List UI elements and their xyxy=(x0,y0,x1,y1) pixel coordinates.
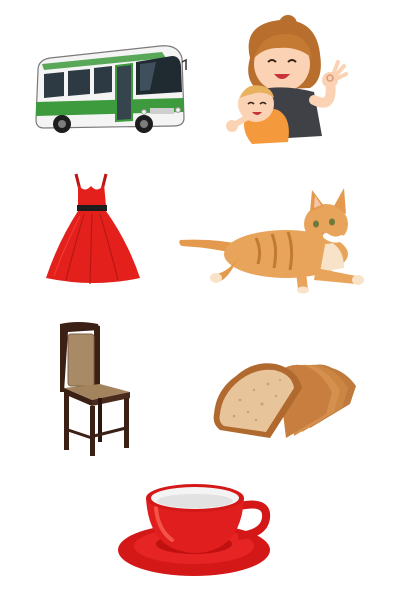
chair-icon xyxy=(60,322,130,456)
mother-baby-icon xyxy=(226,15,348,144)
cat-picture xyxy=(176,188,366,294)
cat-icon xyxy=(179,188,364,294)
mother-baby-picture xyxy=(218,15,352,158)
chair-picture xyxy=(58,322,132,456)
bus-picture xyxy=(32,40,187,134)
cup-picture xyxy=(116,478,274,578)
cup-icon xyxy=(118,484,271,576)
dress-icon xyxy=(46,173,140,285)
dress-picture xyxy=(44,172,144,288)
bus-icon xyxy=(35,45,187,133)
bread-picture xyxy=(210,350,360,440)
bread-icon xyxy=(213,363,356,438)
